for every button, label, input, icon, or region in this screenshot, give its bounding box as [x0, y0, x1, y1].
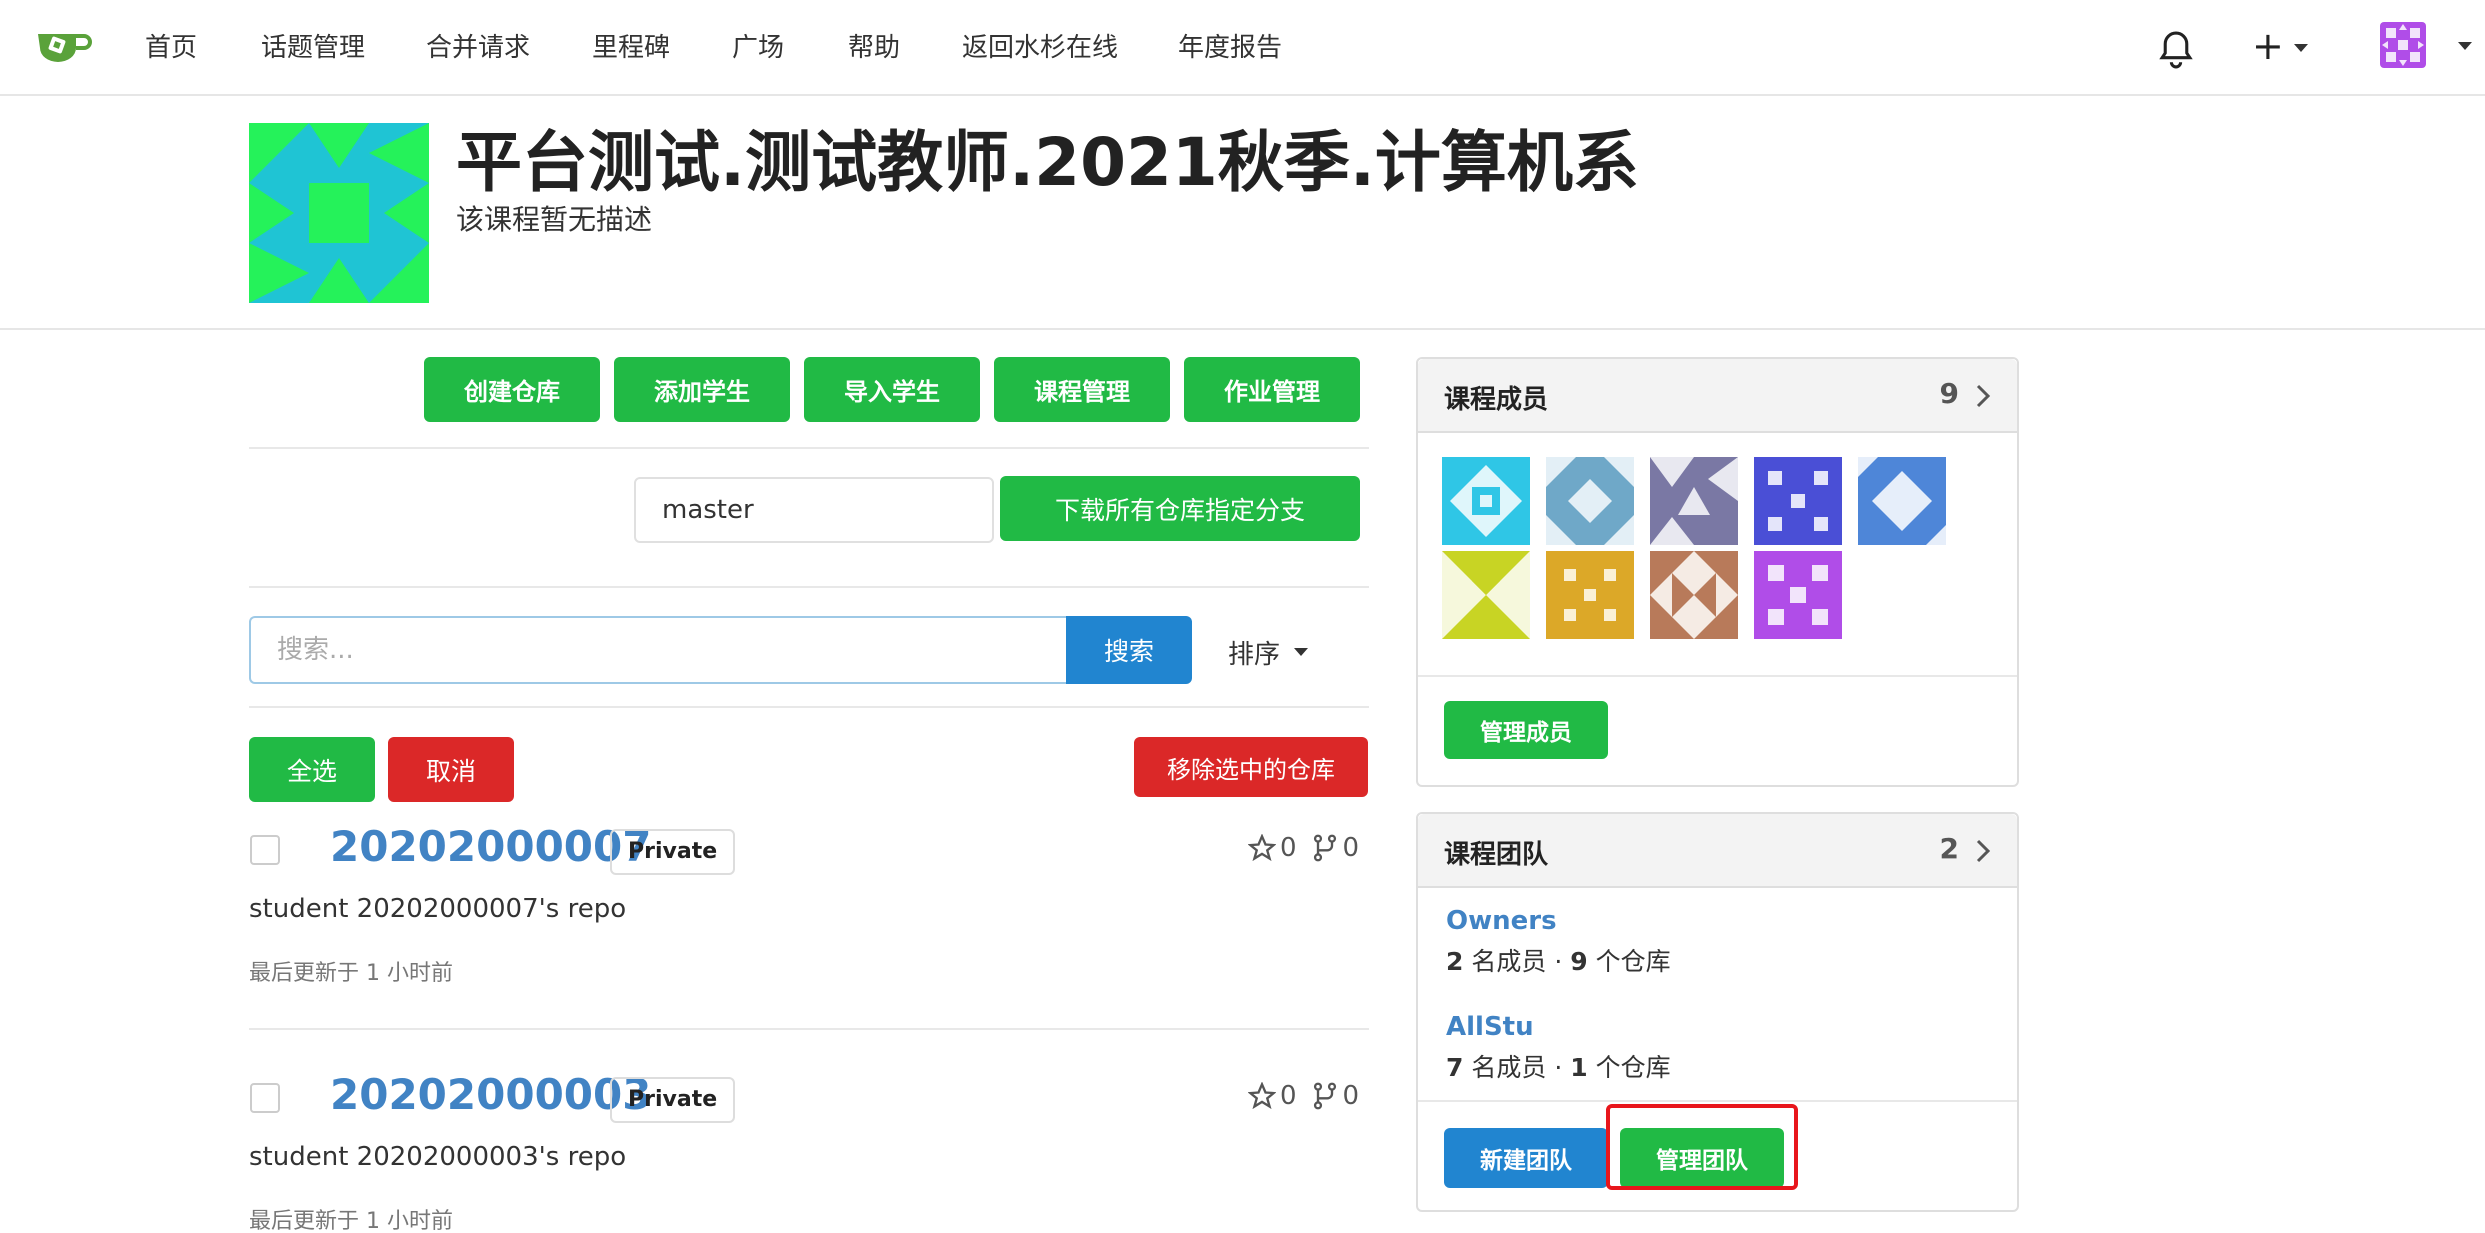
- members-label: 名成员: [1471, 947, 1547, 976]
- highlight-box: [1606, 1104, 1798, 1190]
- course-title: 平台测试.测试教师.2021秋季.计算机系: [456, 124, 1639, 201]
- team-link-allstu[interactable]: AllStu: [1446, 1012, 1534, 1042]
- team-repo-count: 9: [1570, 947, 1588, 976]
- repo-name-link[interactable]: 20202000003: [330, 1070, 651, 1119]
- member-avatar[interactable]: [1754, 551, 1842, 639]
- course-manage-button[interactable]: 课程管理: [994, 357, 1170, 422]
- user-menu[interactable]: [2380, 22, 2472, 70]
- member-avatar[interactable]: [1442, 551, 1530, 639]
- member-avatar[interactable]: [1546, 457, 1634, 545]
- repo-stats: 0 0: [1248, 833, 1359, 863]
- teams-count: 2: [1939, 832, 1959, 865]
- caret-down-icon: [2294, 44, 2308, 52]
- repo-checkbox[interactable]: [250, 1083, 280, 1113]
- teams-card-header[interactable]: 课程团队 2: [1418, 814, 2017, 888]
- repo-updated-time: 最后更新于 1 小时前: [249, 961, 453, 986]
- repo-description: student 20202000007's repo: [249, 894, 627, 924]
- homework-manage-button[interactable]: 作业管理: [1184, 357, 1360, 422]
- fork-count: 0: [1342, 1081, 1360, 1111]
- repo-name-link[interactable]: 20202000007: [330, 822, 651, 871]
- members-card-header[interactable]: 课程成员 9: [1418, 359, 2017, 433]
- private-badge: Private: [610, 1077, 736, 1123]
- repos-label: 个仓库: [1595, 1053, 1671, 1082]
- divider: [249, 447, 1369, 449]
- card-divider: [1418, 1100, 2017, 1102]
- nav-issues[interactable]: 话题管理: [261, 30, 365, 66]
- team-info: 2 名成员 · 9 个仓库: [1446, 947, 1671, 976]
- select-all-button[interactable]: 全选: [249, 737, 375, 802]
- add-student-button[interactable]: 添加学生: [614, 357, 790, 422]
- members-card-title: 课程成员: [1444, 385, 1549, 415]
- top-navbar: 首页 话题管理 合并请求 里程碑 广场 帮助 返回水杉在线 年度报告 +: [0, 0, 2485, 96]
- member-avatar[interactable]: [1650, 551, 1738, 639]
- star-icon: [1248, 1082, 1276, 1110]
- create-menu[interactable]: +: [2252, 24, 2312, 68]
- divider: [249, 1028, 1369, 1030]
- fork-count: 0: [1342, 833, 1360, 863]
- nav-help[interactable]: 帮助: [848, 30, 900, 66]
- nav-milestones[interactable]: 里程碑: [592, 30, 670, 66]
- repo-description: student 20202000003's repo: [249, 1142, 627, 1172]
- repo-stats: 0 0: [1248, 1081, 1359, 1111]
- nav-home[interactable]: 首页: [145, 30, 197, 66]
- user-avatar-icon: [2380, 22, 2426, 68]
- chevron-right-icon: [1976, 384, 1991, 408]
- members-label: 名成员: [1471, 1053, 1547, 1082]
- import-student-button[interactable]: 导入学生: [804, 357, 980, 422]
- member-avatar[interactable]: [1754, 457, 1842, 545]
- member-avatar[interactable]: [1546, 551, 1634, 639]
- caret-down-icon: [1294, 648, 1308, 656]
- private-badge: Private: [610, 829, 736, 875]
- card-divider: [1418, 675, 2017, 677]
- caret-down-icon: [2458, 42, 2472, 50]
- nav-annual-report[interactable]: 年度报告: [1178, 30, 1282, 66]
- create-repo-button[interactable]: 创建仓库: [424, 357, 600, 422]
- teams-card-title: 课程团队: [1444, 840, 1549, 870]
- manage-members-button[interactable]: 管理成员: [1444, 701, 1608, 759]
- search-input[interactable]: 搜索...: [249, 616, 1067, 684]
- member-avatar[interactable]: [1650, 457, 1738, 545]
- branch-input[interactable]: master: [634, 477, 994, 543]
- nav-pulls[interactable]: 合并请求: [426, 30, 530, 66]
- download-branch-button[interactable]: 下载所有仓库指定分支: [1000, 476, 1360, 541]
- nav-back-online[interactable]: 返回水杉在线: [962, 30, 1118, 66]
- member-avatar[interactable]: [1858, 457, 1946, 545]
- team-info: 7 名成员 · 1 个仓库: [1446, 1053, 1671, 1082]
- sort-dropdown[interactable]: 排序: [1228, 634, 1308, 671]
- divider: [249, 706, 1369, 708]
- sort-label: 排序: [1228, 640, 1281, 670]
- team-member-count: 2: [1446, 947, 1464, 976]
- chevron-right-icon: [1976, 839, 1991, 863]
- team-member-count: 7: [1446, 1053, 1464, 1082]
- course-avatar: [249, 123, 429, 303]
- bell-icon[interactable]: [2156, 30, 2196, 70]
- cancel-selection-button[interactable]: 取消: [388, 737, 514, 802]
- fork-icon: [1313, 1082, 1336, 1110]
- repos-label: 个仓库: [1595, 947, 1671, 976]
- team-link-owners[interactable]: Owners: [1446, 906, 1557, 936]
- course-description: 该课程暂无描述: [456, 203, 653, 236]
- fork-icon: [1313, 834, 1336, 862]
- repo-updated-time: 最后更新于 1 小时前: [249, 1209, 453, 1233]
- course-header: 平台测试.测试教师.2021秋季.计算机系 该课程暂无描述: [0, 96, 2485, 330]
- new-team-button[interactable]: 新建团队: [1444, 1128, 1608, 1188]
- remove-selected-repos-button[interactable]: 移除选中的仓库: [1134, 737, 1368, 797]
- member-avatar[interactable]: [1442, 457, 1530, 545]
- search-button[interactable]: 搜索: [1066, 616, 1192, 684]
- star-icon: [1248, 834, 1276, 862]
- nav-explore[interactable]: 广场: [732, 30, 784, 66]
- star-count: 0: [1280, 1081, 1297, 1111]
- gitea-logo-icon[interactable]: [36, 26, 92, 68]
- course-members-card: 课程成员 9 管理成员: [1416, 357, 2019, 787]
- star-count: 0: [1280, 833, 1297, 863]
- team-repo-count: 1: [1570, 1053, 1588, 1082]
- repo-checkbox[interactable]: [250, 835, 280, 865]
- divider: [249, 586, 1369, 588]
- members-count: 9: [1939, 377, 1959, 410]
- plus-icon: +: [2252, 24, 2284, 68]
